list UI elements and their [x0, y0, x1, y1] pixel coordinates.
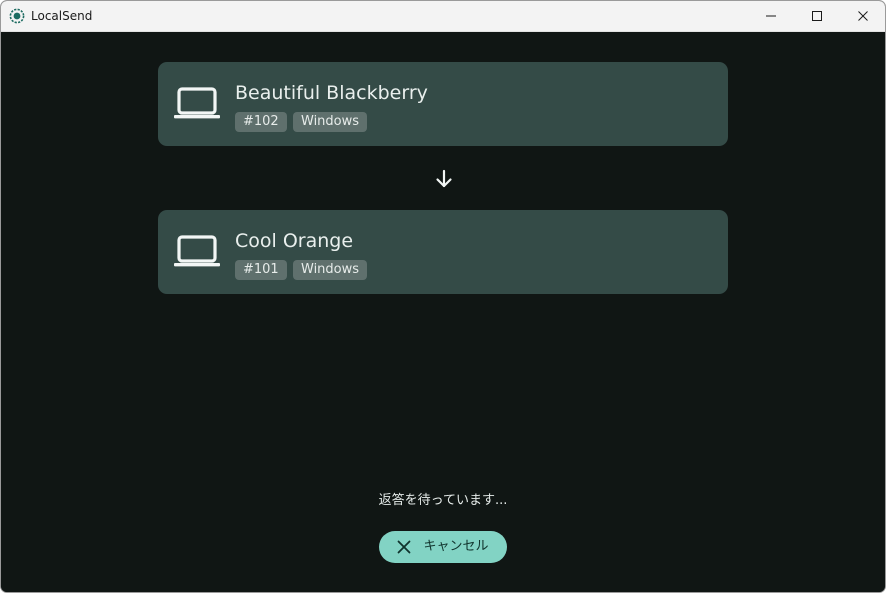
- cancel-button-label: キャンセル: [423, 539, 489, 554]
- receiver-os-badge: Windows: [293, 260, 368, 280]
- receiver-id-badge: #101: [235, 260, 287, 280]
- cancel-button[interactable]: キャンセル: [379, 531, 507, 563]
- receiver-device-name: Cool Orange: [235, 230, 354, 252]
- sender-device-card: Beautiful Blackberry #102 Windows: [158, 62, 728, 146]
- sender-device-name: Beautiful Blackberry: [235, 82, 428, 104]
- app-window: LocalSend Beautiful Blackberry #102 Wind…: [0, 0, 886, 593]
- receiver-device-card: Cool Orange #101 Windows: [158, 210, 728, 294]
- minimize-icon: [766, 15, 776, 17]
- waiting-status-text: 返答を待っています...: [378, 493, 508, 508]
- close-icon: [398, 540, 411, 554]
- window-title: LocalSend: [31, 9, 93, 23]
- close-window-button[interactable]: [840, 1, 885, 31]
- close-icon: [858, 11, 868, 21]
- main-content: Beautiful Blackberry #102 Windows Cool O…: [1, 32, 885, 592]
- localsend-logo-icon: [9, 8, 25, 24]
- laptop-icon: [174, 235, 220, 267]
- title-bar[interactable]: LocalSend: [1, 1, 885, 32]
- maximize-button[interactable]: [794, 1, 840, 31]
- arrow-down-icon: [436, 169, 452, 188]
- minimize-button[interactable]: [748, 1, 794, 31]
- laptop-icon: [174, 87, 220, 119]
- maximize-icon: [812, 11, 822, 21]
- sender-os-badge: Windows: [293, 112, 368, 132]
- sender-id-badge: #102: [235, 112, 287, 132]
